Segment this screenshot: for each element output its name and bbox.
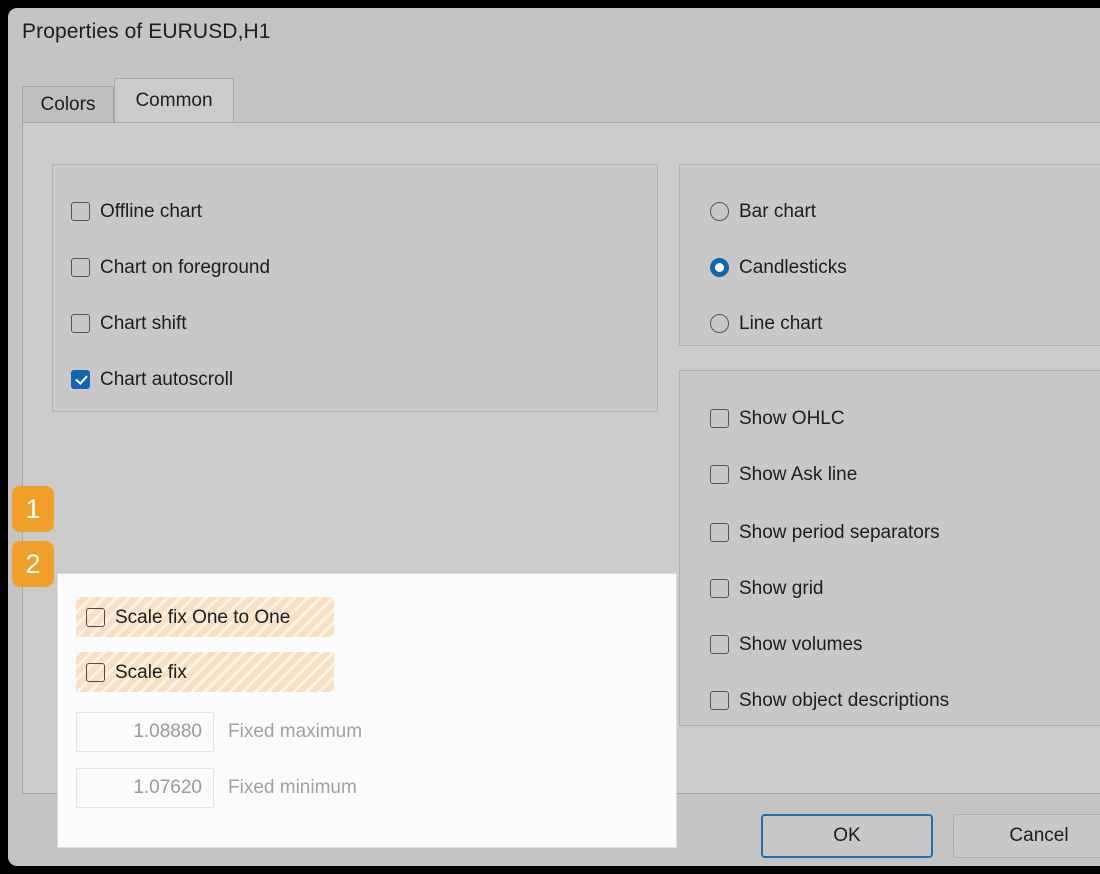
scale-fix-highlight-card: Scale fix One to One Scale fix 1.08880 F…	[57, 573, 677, 848]
checkbox-show-volumes[interactable]: Show volumes	[710, 630, 863, 658]
cancel-button[interactable]: Cancel	[953, 814, 1100, 858]
checkbox-show-ohlc[interactable]: Show OHLC	[710, 404, 845, 432]
fixed-minimum-input[interactable]: 1.07620	[76, 768, 214, 808]
fixed-maximum-input[interactable]: 1.08880	[76, 712, 214, 752]
step-badge-1: 1	[12, 486, 54, 532]
checkbox-icon	[710, 635, 729, 654]
tab-content-panel: Offline chart Chart on foreground Chart …	[22, 122, 1100, 794]
dialog-title: Properties of EURUSD,H1	[22, 20, 271, 44]
checkbox-checked-icon	[71, 370, 90, 389]
properties-dialog: Properties of EURUSD,H1 Colors Common Of…	[8, 8, 1100, 866]
title-bar: Properties of EURUSD,H1	[8, 8, 1100, 64]
checkbox-icon	[71, 258, 90, 277]
checkbox-icon	[710, 465, 729, 484]
show-options-group: Show OHLC Show Ask line Show period sepa…	[679, 370, 1100, 726]
radio-label: Line chart	[739, 314, 822, 333]
radio-bar-chart[interactable]: Bar chart	[710, 197, 816, 225]
checkbox-icon	[86, 663, 105, 682]
checkbox-icon	[71, 314, 90, 333]
checkbox-chart-on-foreground[interactable]: Chart on foreground	[71, 253, 270, 281]
chart-type-group: Bar chart Candlesticks Line chart	[679, 164, 1100, 346]
tab-common[interactable]: Common	[114, 78, 234, 122]
checkbox-label: Show period separators	[739, 523, 940, 542]
checkbox-chart-shift[interactable]: Chart shift	[71, 309, 187, 337]
checkbox-icon	[71, 202, 90, 221]
chart-options-group: Offline chart Chart on foreground Chart …	[52, 164, 658, 412]
checkbox-show-ask-line[interactable]: Show Ask line	[710, 460, 857, 488]
checkbox-label: Scale fix One to One	[115, 608, 290, 627]
checkbox-show-grid[interactable]: Show grid	[710, 574, 824, 602]
checkbox-chart-autoscroll[interactable]: Chart autoscroll	[71, 365, 233, 393]
tab-common-label: Common	[135, 90, 212, 112]
cancel-button-label: Cancel	[1009, 825, 1068, 847]
checkbox-show-object-descriptions[interactable]: Show object descriptions	[710, 686, 949, 714]
checkbox-label: Scale fix	[115, 663, 187, 682]
checkbox-icon	[710, 409, 729, 428]
fixed-minimum-label: Fixed minimum	[228, 777, 357, 799]
ok-button-label: OK	[833, 825, 860, 847]
radio-selected-icon	[710, 258, 729, 277]
radio-candlesticks[interactable]: Candlesticks	[710, 253, 847, 281]
checkbox-label: Show volumes	[739, 635, 863, 654]
checkbox-label: Show Ask line	[739, 465, 857, 484]
checkbox-label: Chart on foreground	[100, 258, 270, 277]
checkbox-label: Chart shift	[100, 314, 187, 333]
checkbox-label: Offline chart	[100, 202, 202, 221]
fixed-maximum-label: Fixed maximum	[228, 721, 362, 743]
radio-icon	[710, 202, 729, 221]
radio-icon	[710, 314, 729, 333]
ok-button[interactable]: OK	[761, 814, 933, 858]
step-badge-2: 2	[12, 541, 54, 587]
checkbox-label: Show object descriptions	[739, 691, 949, 710]
checkbox-icon	[710, 523, 729, 542]
tab-colors-label: Colors	[41, 94, 96, 116]
tab-colors[interactable]: Colors	[22, 86, 114, 122]
checkbox-label: Show grid	[739, 579, 824, 598]
checkbox-show-period-separators[interactable]: Show period separators	[710, 518, 940, 546]
checkbox-scale-fix[interactable]: Scale fix	[76, 652, 334, 692]
checkbox-icon	[710, 691, 729, 710]
fixed-minimum-row: 1.07620 Fixed minimum	[76, 768, 357, 808]
radio-label: Candlesticks	[739, 258, 847, 277]
checkbox-label: Show OHLC	[739, 409, 845, 428]
radio-label: Bar chart	[739, 202, 816, 221]
checkbox-icon	[710, 579, 729, 598]
checkbox-label: Chart autoscroll	[100, 370, 233, 389]
checkbox-offline-chart[interactable]: Offline chart	[71, 197, 202, 225]
fixed-maximum-row: 1.08880 Fixed maximum	[76, 712, 362, 752]
checkbox-icon	[86, 608, 105, 627]
radio-line-chart[interactable]: Line chart	[710, 309, 822, 337]
checkbox-scale-fix-one-to-one[interactable]: Scale fix One to One	[76, 597, 334, 637]
